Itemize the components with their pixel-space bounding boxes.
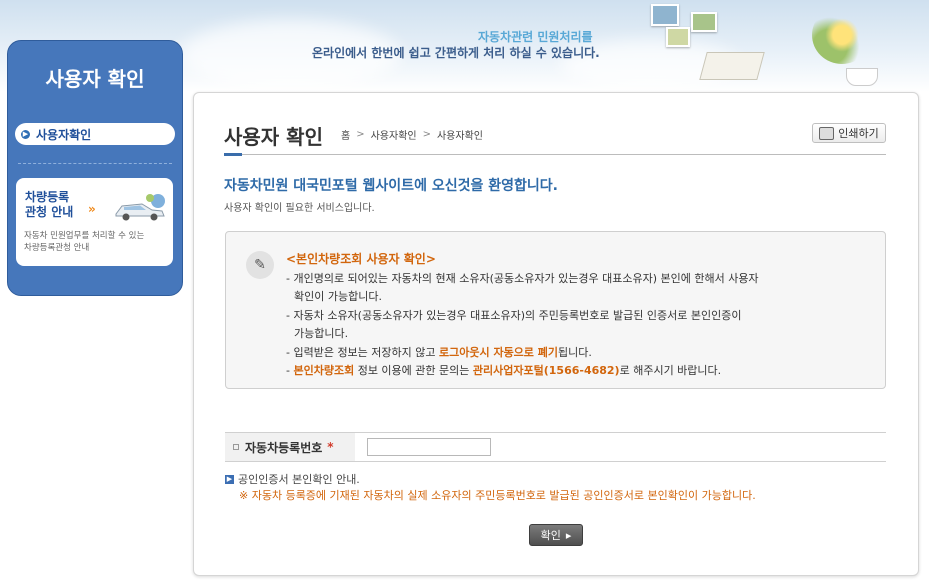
chevron-right-icon: ▸ [565,528,572,542]
cert-info-description: ※ 자동차 등록증에 기재된 자동차의 실제 소유자의 주민등록번호로 발급된 … [239,489,756,502]
breadcrumb-separator: > [422,129,431,140]
vehicle-number-label: 자동차등록번호 * [225,433,355,461]
notice-line: - 자동차 소유자(공동소유자가 있는경우 대표소유자)의 주민등록번호로 발급… [286,309,742,322]
promo-description: 자동차 민원업무를 처리할 수 있는 차량등록관청 안내 [24,231,145,253]
breadcrumb: 홈 > 사용자확인 > 사용자확인 [341,127,483,142]
breadcrumb-separator: > [356,129,365,140]
sidebar-divider [18,163,172,164]
memo-icon: ✎ [246,251,274,279]
breadcrumb-home[interactable]: 홈 [341,127,350,142]
welcome-subtext: 사용자 확인이 필요한 서비스입니다. [224,203,375,214]
sidebar-title: 사용자 확인 [45,67,145,91]
info-bullet-icon: ▶ [225,474,234,484]
notice-line: - 입력받은 정보는 저장하지 않고 로그아웃시 자동으로 폐기됩니다. [286,346,592,359]
car-icon [115,194,165,221]
main-panel: 사용자 확인 홈 > 사용자확인 > 사용자확인 인쇄하기 자동차민원 대국민포… [193,92,919,576]
registration-office-promo[interactable]: 차량등록 관청 안내 » 자동차 민원업무를 처리할 수 있는 차량등록관청 안… [16,178,173,266]
notice-line: 가능합니다. [294,327,349,340]
sidebar: 사용자 확인 ▶ 사용자확인 차량등록 관청 안내 » 자동차 민원업무를 처리… [7,40,183,296]
welcome-headline: 자동차민원 대국민포털 웹사이트에 오신것을 환영합니다. [224,178,558,194]
photo-frame-decoration [651,4,679,26]
square-bullet-icon [233,444,239,450]
notice-line: 확인이 가능합니다. [294,290,382,303]
printer-icon [819,126,835,140]
required-mark: * [327,440,334,454]
vehicle-number-row: 자동차등록번호 * [225,432,886,462]
cert-info-title: ▶ 공인인증서 본인확인 안내. [225,473,360,486]
sidebar-item-label: 사용자확인 [36,127,92,142]
breadcrumb-item[interactable]: 사용자확인 [371,127,417,142]
breadcrumb-current: 사용자확인 [436,131,483,142]
notice-box: ✎ <본인차량조회 사용자 확인> - 개인명의로 되어있는 자동차의 현재 소… [225,231,886,389]
cup-decoration [846,68,878,86]
promo-title: 차량등록 관청 안내 [25,190,74,219]
notice-line: - 본인차량조회 정보 이용에 관한 문의는 관리사업자포털(1566-4682… [286,364,722,377]
confirm-button-label: 확인 [540,529,561,542]
print-button-label: 인쇄하기 [838,127,879,140]
arrow-bullet-icon: ▶ [21,129,30,139]
flower-decoration [812,6,872,64]
vehicle-number-input[interactable] [367,438,491,456]
notice-line: - 개인명의로 되어있는 자동차의 현재 소유자(공동소유자가 있는경우 대표소… [286,272,759,285]
double-arrow-icon: » [88,202,96,216]
photo-frame-decoration [666,27,690,47]
title-divider [224,154,886,155]
title-divider-accent [224,153,242,156]
notice-heading: <본인차량조회 사용자 확인> [286,252,436,266]
page-title: 사용자 확인 [224,125,323,149]
sidebar-item-user-verify[interactable]: ▶ 사용자확인 [15,123,175,145]
photo-frame-decoration [691,12,717,32]
banner-slogan-line2: 온라인에서 한번에 쉽고 간편하게 처리 하실 수 있습니다. [312,46,600,60]
print-button[interactable]: 인쇄하기 [812,123,886,143]
book-decoration [699,52,765,80]
confirm-button[interactable]: 확인 ▸ [529,524,583,546]
banner-slogan-line1: 자동차관련 민원처리를 [478,30,593,44]
